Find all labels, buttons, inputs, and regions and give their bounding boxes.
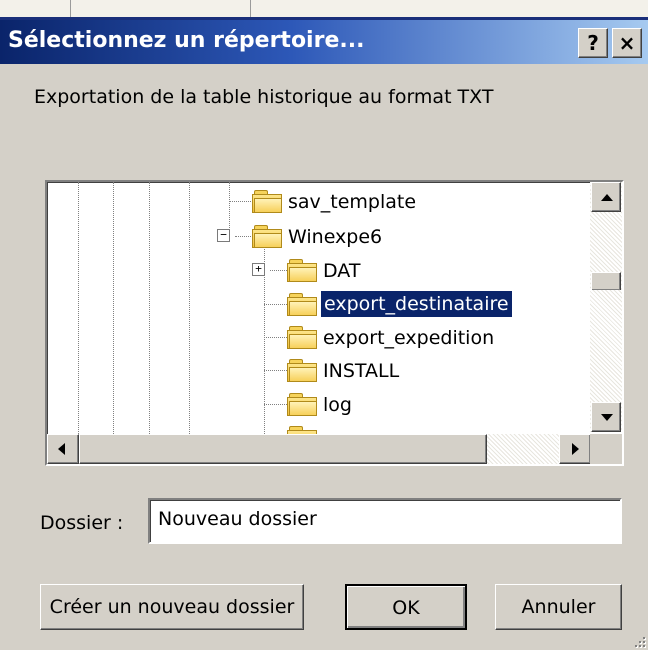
tree-item-export-destinataire[interactable]: export_destinataire xyxy=(320,290,513,318)
folder-icon xyxy=(252,225,282,248)
create-folder-button[interactable]: Créer un nouveau dossier xyxy=(40,584,304,630)
collapse-icon[interactable]: − xyxy=(217,229,230,242)
folder-name-input[interactable] xyxy=(148,498,622,544)
folder-icon xyxy=(287,293,317,316)
scroll-right-button[interactable] xyxy=(559,434,591,464)
expand-icon[interactable]: + xyxy=(252,263,265,276)
scroll-down-button[interactable] xyxy=(591,402,621,432)
folder-icon xyxy=(287,426,317,434)
tree-guide-line xyxy=(189,182,190,434)
tree-item-dat[interactable]: DAT xyxy=(320,258,363,284)
scroll-up-button[interactable] xyxy=(591,182,621,212)
folder-icon xyxy=(287,259,317,282)
cancel-button[interactable]: Annuler xyxy=(495,584,622,630)
title-bar: Sélectionnez un répertoire... ? × xyxy=(0,20,648,64)
vertical-scrollbar[interactable] xyxy=(590,182,622,432)
folder-tree[interactable]: sav_template − Winexpe6 + DAT export_des… xyxy=(45,180,624,466)
window-title: Sélectionnez un répertoire... xyxy=(8,28,365,53)
tree-guide-line xyxy=(149,182,150,434)
folder-icon xyxy=(287,359,317,382)
arrow-down-icon xyxy=(601,414,613,421)
arrow-up-icon xyxy=(601,194,613,201)
folder-label: Dossier : xyxy=(40,512,124,534)
scroll-left-button[interactable] xyxy=(47,434,79,464)
background-window-strip xyxy=(0,0,648,20)
dialog-description: Exportation de la table historique au fo… xyxy=(34,86,494,108)
tree-item-sav-template[interactable]: sav_template xyxy=(285,189,419,215)
tree-item-export-expedition[interactable]: export_expedition xyxy=(320,325,497,351)
help-button[interactable]: ? xyxy=(578,28,608,58)
tree-guide-line xyxy=(113,182,114,434)
ok-button[interactable]: OK xyxy=(345,584,467,630)
tree-item-install[interactable]: INSTALL xyxy=(320,358,402,384)
folder-icon xyxy=(252,190,282,213)
horizontal-scrollbar[interactable] xyxy=(47,434,591,464)
tree-item-winexpe6[interactable]: Winexpe6 xyxy=(285,224,385,250)
tree-guide-line xyxy=(229,182,230,234)
arrow-left-icon xyxy=(58,443,65,455)
resize-grip-icon[interactable] xyxy=(630,632,646,648)
horizontal-scroll-thumb[interactable] xyxy=(79,434,487,464)
tree-item-log[interactable]: log xyxy=(320,392,355,418)
tree-guide-line xyxy=(78,182,79,434)
scrollbar-corner xyxy=(590,434,622,464)
arrow-right-icon xyxy=(572,443,579,455)
folder-icon xyxy=(287,326,317,349)
scroll-thumb[interactable] xyxy=(591,272,621,290)
folder-icon xyxy=(287,393,317,416)
close-button[interactable]: × xyxy=(612,28,642,58)
